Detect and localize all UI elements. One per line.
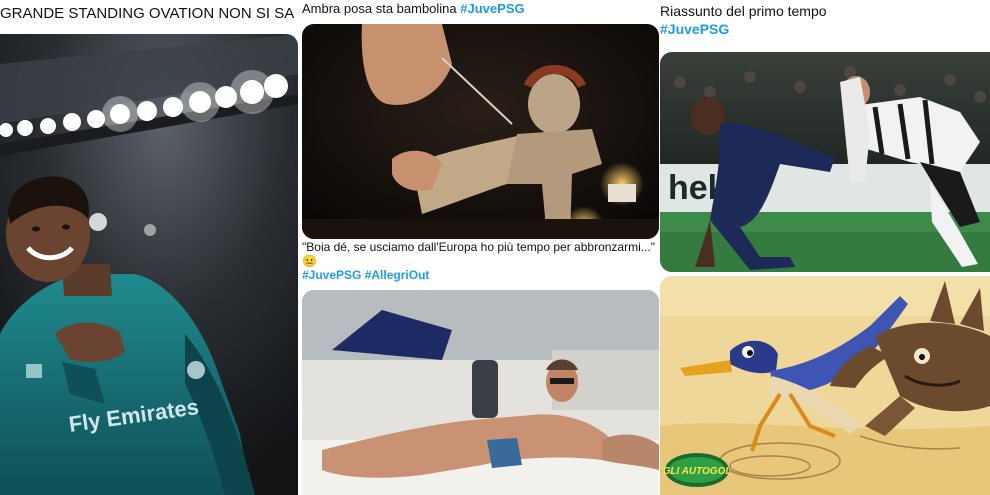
tweet-4: Riassunto del primo tempo #JuvePSG heken: [660, 0, 990, 274]
hashtag-juvepsg[interactable]: #JuvePSG: [302, 268, 361, 282]
tweet-4-text: Riassunto del primo tempo: [660, 3, 827, 19]
tweet-2: Ambra posa sta bambolina #JuvePSG: [300, 0, 660, 240]
svg-text:GLI AUTOGOL: GLI AUTOGOL: [664, 466, 730, 477]
hashtag-juvepsg[interactable]: #JuvePSG: [460, 1, 524, 16]
tweet-1-caption: GRANDE STANDING OVATION NON SI SA MAI 👏: [0, 5, 298, 22]
tweet-5: GLI AUTOGOL: [660, 276, 990, 495]
tweet-2-caption: Ambra posa sta bambolina #JuvePSG: [302, 0, 525, 17]
tweet-5-image[interactable]: GLI AUTOGOL: [660, 276, 990, 495]
tweet-3-image[interactable]: [302, 290, 659, 495]
tweet-1-text: GRANDE STANDING OVATION NON SI SA MAI: [0, 5, 298, 22]
tweet-1: GRANDE STANDING OVATION NON SI SA MAI 👏: [0, 0, 298, 495]
tweet-3-text: "Boia dé, se usciamo dall'Europa ho più …: [302, 240, 656, 254]
tweet-4-image[interactable]: heken: [660, 52, 990, 272]
hashtag-allegriout[interactable]: #AllegriOut: [365, 268, 430, 282]
neutral-face-emoji: 😐: [302, 254, 317, 268]
tweet-1-image[interactable]: Fly Emirates: [0, 34, 298, 495]
tweet-4-caption: Riassunto del primo tempo #JuvePSG: [660, 2, 827, 38]
gliautogol-logo: GLI AUTOGOL: [664, 452, 730, 488]
tweet-3: "Boia dé, se usciamo dall'Europa ho più …: [300, 240, 660, 495]
tweet-2-text: Ambra posa sta bambolina: [302, 1, 457, 16]
hashtag-juvepsg[interactable]: #JuvePSG: [660, 21, 729, 37]
tweet-2-image[interactable]: [302, 24, 659, 239]
tweet-3-caption: "Boia dé, se usciamo dall'Europa ho più …: [302, 240, 655, 282]
